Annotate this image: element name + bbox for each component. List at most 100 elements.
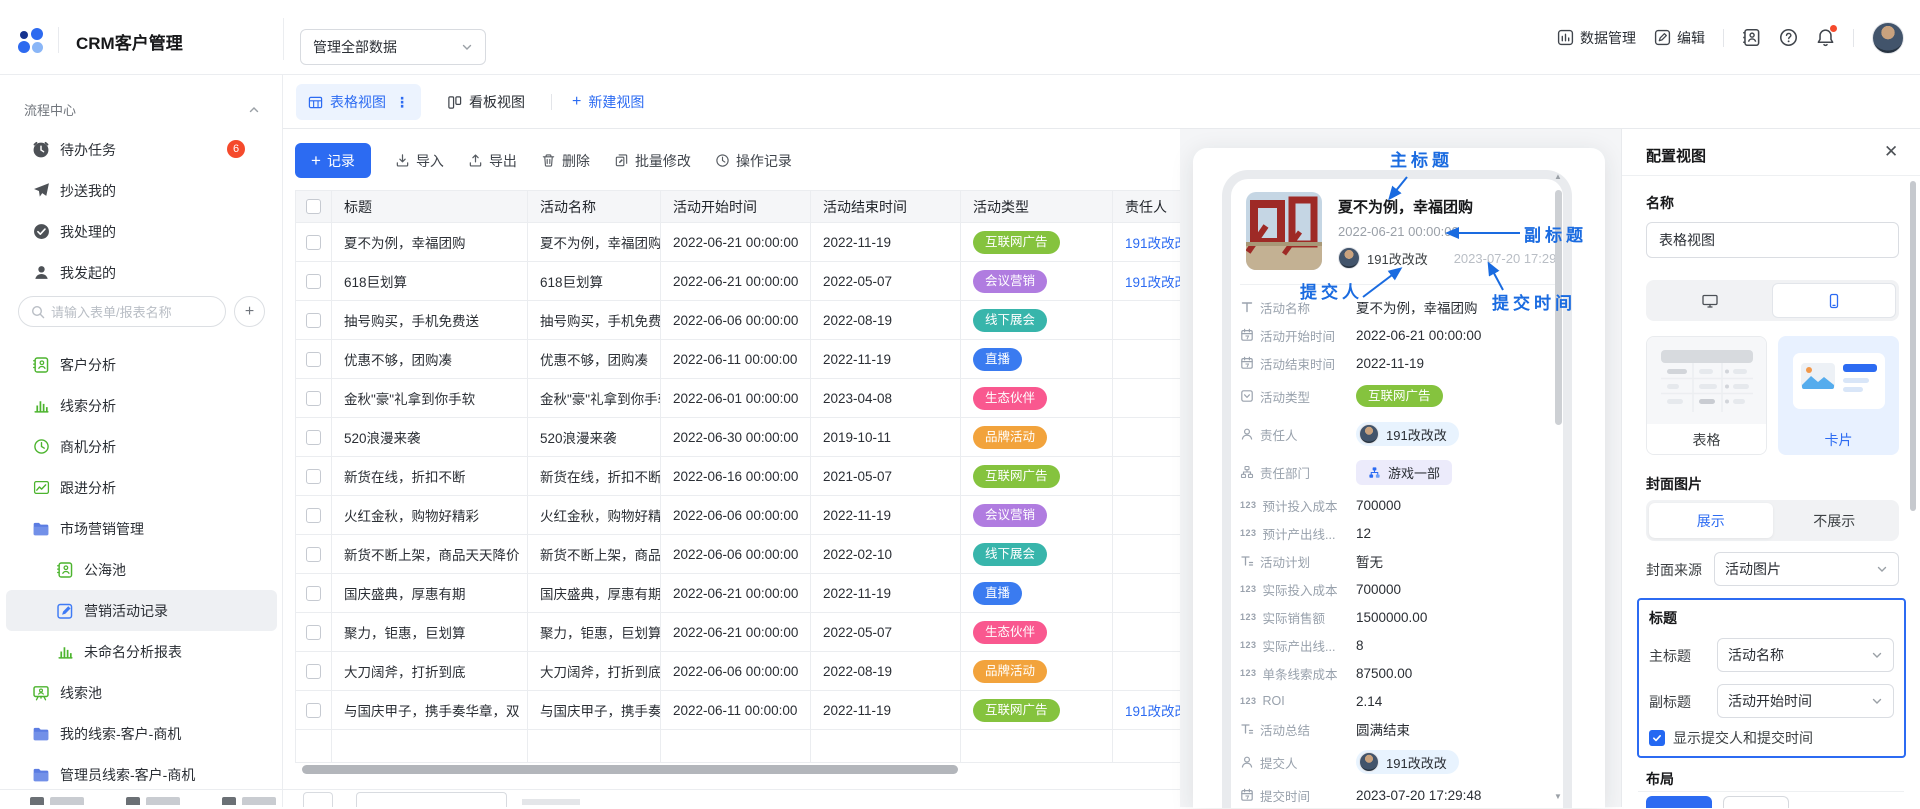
table-row[interactable]: 抽号购买，手机免费送抽号购买，手机免费送2022-06-06 00:00:002…: [296, 301, 1280, 340]
pagination-partial-1[interactable]: [303, 792, 333, 807]
scope-select[interactable]: 管理全部数据: [300, 29, 486, 65]
notifications-button[interactable]: [1816, 28, 1835, 47]
table-row[interactable]: 火红金秋，购物好精彩火红金秋，购物好精彩2022-06-06 00:00:002…: [296, 496, 1280, 535]
sidebar-item-clue-pool[interactable]: 线索池: [6, 672, 277, 713]
view-type-table[interactable]: 表格: [1646, 336, 1767, 455]
table-row[interactable]: 金秋"豪"礼拿到你手软金秋"豪"礼拿到你手软2022-06-01 00:00:0…: [296, 379, 1280, 418]
data-manage-button[interactable]: 数据管理: [1557, 28, 1636, 48]
sidebar-item-label: 客户分析: [60, 355, 116, 375]
row-checkbox[interactable]: [306, 547, 321, 562]
add-record-button[interactable]: + 记录: [295, 143, 371, 178]
add-form-button[interactable]: +: [234, 296, 265, 327]
sidebar-search-input[interactable]: 请输入表单/报表名称: [18, 296, 226, 327]
cover-source-select[interactable]: 活动图片: [1714, 552, 1899, 586]
sidebar-item-marketing-activity-records[interactable]: 营销活动记录: [6, 590, 277, 631]
export-button[interactable]: 导出: [468, 151, 517, 171]
sidebar-item-customer-analysis[interactable]: 客户分析: [6, 344, 277, 385]
cell-title: 新货不断上架，商品天天降价: [332, 535, 528, 574]
layout-option-secondary-partial[interactable]: [1723, 796, 1789, 808]
title-config-group: 标题 主标题 活动名称 副标题 活动开始时间 显示提交人和提交时间: [1637, 598, 1906, 758]
cover-hide-toggle[interactable]: 不展示: [1773, 503, 1897, 538]
row-checkbox[interactable]: [306, 469, 321, 484]
layout-option-primary-partial[interactable]: [1646, 796, 1712, 808]
mobile-toggle[interactable]: [1772, 283, 1897, 318]
config-scrollbar-thumb[interactable]: [1910, 181, 1916, 511]
table-row[interactable]: 新货在线，折扣不断新货在线，折扣不断2022-06-16 00:00:00202…: [296, 457, 1280, 496]
row-checkbox[interactable]: [306, 235, 321, 250]
owner-link[interactable]: 191改改改: [1125, 232, 1188, 252]
calendar-icon: [1240, 356, 1254, 370]
row-checkbox[interactable]: [306, 586, 321, 601]
row-checkbox[interactable]: [306, 508, 321, 523]
show-submitter-checkbox[interactable]: [1649, 730, 1665, 746]
sidebar-item-follow-analysis[interactable]: 跟进分析: [6, 467, 277, 508]
device-segmented: [1646, 280, 1899, 321]
sidebar-item-marketing-management[interactable]: 市场营销管理: [6, 508, 277, 549]
card-field-row: 123预计投入成本700000: [1240, 491, 1562, 519]
new-view-button[interactable]: + 新建视图: [566, 84, 650, 120]
hscrollbar-thumb[interactable]: [302, 765, 958, 774]
sidebar-item-clue-analysis[interactable]: 线索分析: [6, 385, 277, 426]
table-row[interactable]: 优惠不够，团购凑优惠不够，团购凑2022-06-11 00:00:002022-…: [296, 340, 1280, 379]
cover-show-toggle[interactable]: 展示: [1649, 503, 1773, 538]
table-row[interactable]: 与国庆甲子，携手奏华章，双与国庆甲子，携手奏华章，双2022-06-11 00:…: [296, 691, 1280, 730]
row-checkbox[interactable]: [306, 274, 321, 289]
import-button[interactable]: 导入: [395, 151, 444, 171]
view-name-input[interactable]: 表格视图: [1646, 222, 1899, 258]
edit-button[interactable]: 编辑: [1654, 28, 1705, 48]
row-checkbox[interactable]: [306, 313, 321, 328]
field-value: 圆满结束: [1356, 719, 1410, 739]
help-button[interactable]: [1779, 28, 1798, 47]
tab-table-view[interactable]: 表格视图 ⋮: [296, 84, 421, 120]
sidebar-item-cc-me[interactable]: 抄送我的: [6, 170, 277, 211]
delete-button[interactable]: 删除: [541, 151, 590, 171]
sidebar-item-label: 待办任务: [60, 140, 116, 160]
table-row[interactable]: 国庆盛典，厚惠有期国庆盛典，厚惠有期2022-06-21 00:00:00202…: [296, 574, 1280, 613]
person-avatar: [1359, 752, 1379, 772]
table-row[interactable]: 夏不为例，幸福团购夏不为例，幸福团购2022-06-21 00:00:00202…: [296, 223, 1280, 262]
owner-link[interactable]: 191改改改: [1125, 700, 1188, 720]
row-checkbox[interactable]: [306, 703, 321, 718]
close-icon[interactable]: ✕: [1884, 142, 1898, 162]
desktop-toggle[interactable]: [1649, 283, 1772, 318]
sidebar-item-opportunity-analysis[interactable]: 商机分析: [6, 426, 277, 467]
operation-log-button[interactable]: 操作记录: [715, 151, 792, 171]
sidebar-item-todo[interactable]: 待办任务6: [6, 129, 277, 170]
table-row[interactable]: 520浪漫来袭520浪漫来袭2022-06-30 00:00:002019-10…: [296, 418, 1280, 457]
sidebar-item-my-clue-customer[interactable]: 我的线索-客户-商机: [6, 713, 277, 754]
activity-type-tag: 互联网广告: [973, 465, 1060, 488]
view-type-card[interactable]: 卡片: [1778, 336, 1899, 455]
table-row[interactable]: 大刀阔斧，打折到底大刀阔斧，打折到底2022-06-06 00:00:00202…: [296, 652, 1280, 691]
cell-title: 与国庆甲子，携手奏华章，双: [332, 691, 528, 730]
row-checkbox[interactable]: [306, 664, 321, 679]
row-checkbox[interactable]: [306, 391, 321, 406]
table-row[interactable]: 聚力，钜惠，巨划算聚力，钜惠，巨划算2022-06-21 00:00:00202…: [296, 613, 1280, 652]
tab-board-view[interactable]: 看板视图: [435, 84, 537, 120]
sidebar-section-process-center[interactable]: 流程中心: [24, 100, 260, 119]
pagination-partial-2[interactable]: [356, 792, 507, 807]
row-checkbox[interactable]: [306, 625, 321, 640]
owner-link[interactable]: 191改改改: [1125, 271, 1188, 291]
row-checkbox[interactable]: [306, 352, 321, 367]
scroll-up-icon[interactable]: ▲: [1554, 172, 1562, 181]
row-checkbox[interactable]: [306, 430, 321, 445]
table-hscrollbar[interactable]: [295, 764, 1180, 776]
select-all-checkbox[interactable]: [306, 199, 321, 214]
user-avatar[interactable]: [1872, 22, 1904, 54]
sub-title-select[interactable]: 活动开始时间: [1717, 684, 1894, 718]
field-label: 活动计划: [1240, 552, 1356, 571]
sidebar-item-unnamed-report[interactable]: 未命名分析报表: [6, 631, 277, 672]
main-title-select[interactable]: 活动名称: [1717, 638, 1894, 672]
batch-edit-button[interactable]: 批量修改: [614, 151, 691, 171]
sidebar-item-my-handled[interactable]: 我处理的: [6, 211, 277, 252]
tab-more-icon[interactable]: ⋮: [395, 94, 409, 111]
table-row[interactable]: 618巨划算618巨划算2022-06-21 00:00:002022-05-0…: [296, 262, 1280, 301]
cell-title: 火红金秋，购物好精彩: [332, 496, 528, 535]
sidebar-item-public-sea-pool[interactable]: 公海池: [6, 549, 277, 590]
scroll-down-icon[interactable]: ▼: [1554, 792, 1562, 801]
sidebar-item-label: 我的线索-客户-商机: [60, 724, 181, 744]
preview-scrollbar[interactable]: ▲ ▼: [1553, 172, 1565, 806]
contacts-button[interactable]: [1742, 28, 1761, 47]
table-row[interactable]: 新货不断上架，商品天天降价新货不断上架，商品天天降价2022-06-06 00:…: [296, 535, 1280, 574]
sidebar-item-my-initiated[interactable]: 我发起的: [6, 252, 277, 293]
